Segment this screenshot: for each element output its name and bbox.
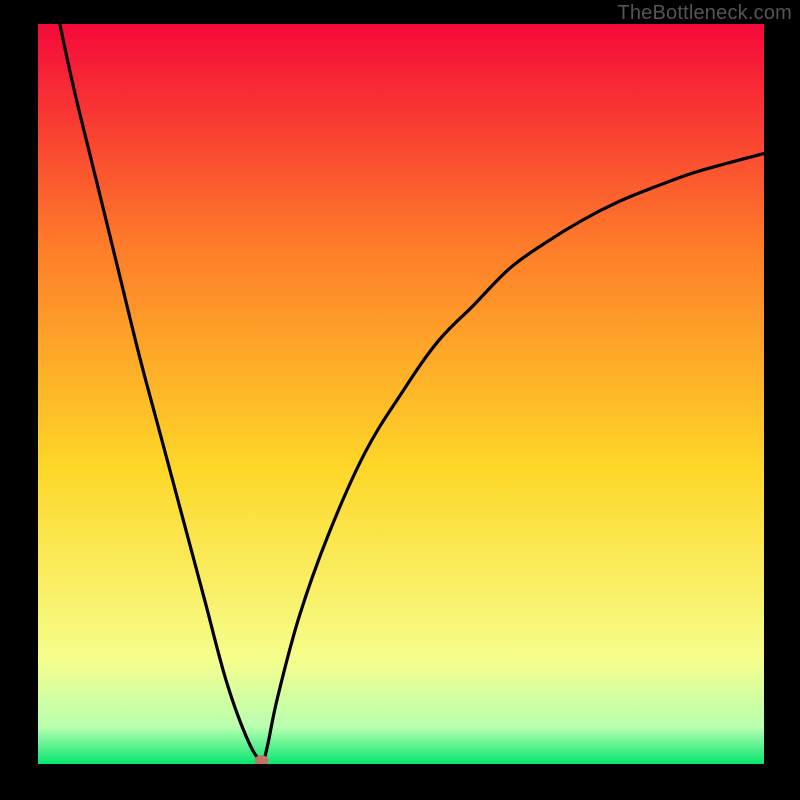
chart-frame: TheBottleneck.com (0, 0, 800, 800)
bottleneck-plot (38, 24, 764, 764)
watermark-text: TheBottleneck.com (617, 2, 792, 25)
